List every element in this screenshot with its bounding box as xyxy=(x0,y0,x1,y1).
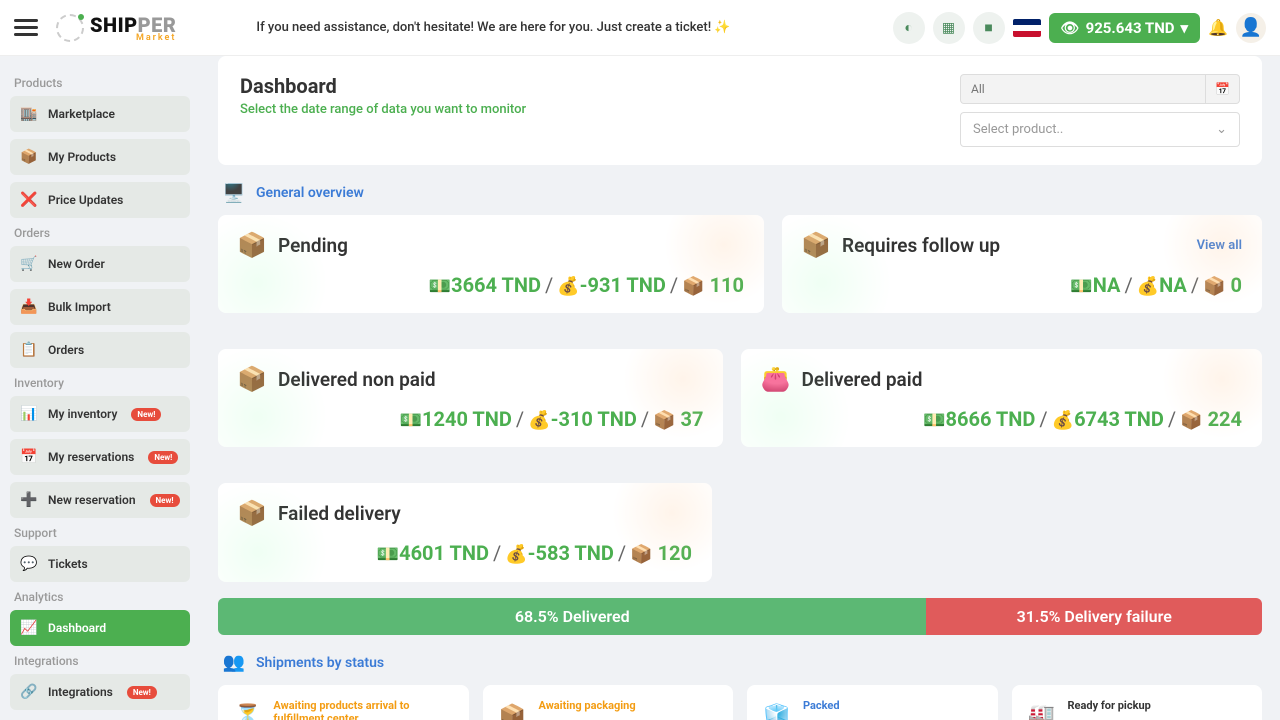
sidebar-item-new-order[interactable]: 🛒 New Order xyxy=(10,246,190,282)
sidebar-item-label: Integrations xyxy=(48,685,113,699)
sidebar-item-my-reservations[interactable]: 📅 My reservations New! xyxy=(10,439,190,475)
sidebar-item-my-inventory[interactable]: 📊 My inventory New! xyxy=(10,396,190,432)
dark-mode-icon[interactable]: ◐ xyxy=(893,12,925,44)
video-icon[interactable]: ■ xyxy=(973,12,1005,44)
balance-text: 925.643 TND xyxy=(1086,19,1175,37)
main-content: Dashboard Select the date range of data … xyxy=(200,56,1280,720)
menu-toggle-icon[interactable] xyxy=(14,16,38,40)
delivered-bar: 68.5% Delivered xyxy=(218,598,926,635)
shipments-icon: 👥 xyxy=(222,651,246,675)
overview-title: General overview xyxy=(256,185,364,201)
overview-card-delivered-paid[interactable]: 👛Delivered paid💵8666 TND/💰6743 TND/📦 224 xyxy=(741,349,1262,447)
sidebar-group-title: Orders xyxy=(14,226,186,240)
eye-icon: 👁 xyxy=(1061,19,1080,37)
sidebar-icon: 📋 xyxy=(20,341,38,359)
delivery-ratio-bar: 68.5% Delivered 31.5% Delivery failure xyxy=(218,598,1262,635)
page-title: Dashboard xyxy=(240,74,526,98)
sidebar-item-label: Orders xyxy=(48,343,84,357)
shipment-status-card[interactable]: 🧊Packed6Shipments xyxy=(747,685,998,720)
sidebar-group-title: Products xyxy=(14,76,186,90)
overview-icon: 🖥️ xyxy=(222,181,246,205)
dashboard-header: Dashboard Select the date range of data … xyxy=(218,56,1262,165)
sidebar-item-tickets[interactable]: 💬 Tickets xyxy=(10,546,190,582)
sidebar-item-integrations[interactable]: 🔗 Integrations New! xyxy=(10,674,190,710)
sidebar-item-label: My reservations xyxy=(48,450,134,464)
sidebar-group-title: Inventory xyxy=(14,376,186,390)
overview-card-requires-follow-up[interactable]: 📦Requires follow upView all💵NA/💰NA/📦 0 xyxy=(782,215,1262,313)
sidebar-item-label: Tickets xyxy=(48,557,88,571)
shipment-status-card[interactable]: ⏳ Awaiting products arrival to fulfillmen… xyxy=(218,685,469,720)
sidebar-item-label: Marketplace xyxy=(48,107,115,121)
sidebar-item-dashboard[interactable]: 📈 Dashboard xyxy=(10,610,190,646)
sidebar-icon: 📅 xyxy=(20,448,38,466)
sidebar-item-label: New reservation xyxy=(48,493,136,507)
sidebar-group-title: Integrations xyxy=(14,654,186,668)
shipment-status-card[interactable]: 🏭Ready for pickup18Shipments xyxy=(1012,685,1263,720)
shipment-title: Awaiting products arrival to fulfillment… xyxy=(273,699,452,720)
calendar-icon[interactable]: 📅 xyxy=(1206,74,1240,104)
logo[interactable]: SHIPPERMarket xyxy=(56,13,176,43)
sidebar-item-label: My Products xyxy=(48,150,116,164)
sidebar-group-title: Analytics xyxy=(14,590,186,604)
shipment-icon: 📦 xyxy=(499,703,527,720)
shipment-status-card[interactable]: 📦Awaiting packaging2Shipments xyxy=(483,685,734,720)
shipment-title: Ready for pickup xyxy=(1068,699,1151,712)
sidebar-item-label: New Order xyxy=(48,257,105,271)
overview-card-failed-delivery[interactable]: 📦Failed delivery💵4601 TND/💰-583 TND/📦 12… xyxy=(218,483,712,581)
sidebar-icon: 📊 xyxy=(20,405,38,423)
calculator-icon[interactable]: ▦ xyxy=(933,12,965,44)
notifications-icon[interactable]: 🔔 xyxy=(1208,18,1228,37)
sidebar-item-label: My inventory xyxy=(48,407,117,421)
shipments-title: Shipments by status xyxy=(256,655,384,671)
sidebar-item-price-updates[interactable]: ❌ Price Updates xyxy=(10,182,190,218)
sidebar-icon: 📦 xyxy=(20,148,38,166)
sidebar-item-marketplace[interactable]: 🏬 Marketplace xyxy=(10,96,190,132)
failed-bar: 31.5% Delivery failure xyxy=(926,598,1262,635)
sidebar-icon: 🛒 xyxy=(20,255,38,273)
page-subtitle: Select the date range of data you want t… xyxy=(240,102,526,117)
overview-card-pending[interactable]: 📦Pending💵3664 TND/💰-931 TND/📦 110 xyxy=(218,215,764,313)
help-text: If you need assistance, don't hesitate! … xyxy=(256,20,730,35)
sidebar-group-title: Support xyxy=(14,526,186,540)
shipment-icon: ⏳ xyxy=(234,703,261,720)
sidebar-icon: 📥 xyxy=(20,298,38,316)
shipment-title: Packed xyxy=(803,699,868,712)
shipment-icon: 🏭 xyxy=(1028,703,1056,720)
overview-card-delivered-non-paid[interactable]: 📦Delivered non paid💵1240 TND/💰-310 TND/📦… xyxy=(218,349,723,447)
sidebar-icon: ➕ xyxy=(20,491,38,509)
new-badge: New! xyxy=(127,686,157,699)
chevron-down-icon: ▾ xyxy=(1181,19,1189,37)
sidebar-item-orders[interactable]: 📋 Orders xyxy=(10,332,190,368)
sidebar-item-my-products[interactable]: 📦 My Products xyxy=(10,139,190,175)
language-flag-icon[interactable] xyxy=(1013,19,1041,37)
product-select[interactable]: Select product.. ⌄ xyxy=(960,112,1240,147)
new-badge: New! xyxy=(148,451,178,464)
avatar[interactable]: 👤 xyxy=(1236,13,1266,43)
new-badge: New! xyxy=(150,494,180,507)
sidebar-icon: 🔗 xyxy=(20,683,38,701)
sidebar-item-label: Bulk Import xyxy=(48,300,111,314)
sidebar-item-bulk-import[interactable]: 📥 Bulk Import xyxy=(10,289,190,325)
sidebar: Products 🏬 Marketplace 📦 My Products ❌ Price U… xyxy=(0,56,200,720)
shipment-title: Awaiting packaging xyxy=(539,699,636,712)
sidebar-item-label: Dashboard xyxy=(48,621,106,635)
sidebar-icon: 📈 xyxy=(20,619,38,637)
sidebar-item-new-reservation[interactable]: ➕ New reservation New! xyxy=(10,482,190,518)
sidebar-icon: ❌ xyxy=(20,191,38,209)
chevron-down-icon: ⌄ xyxy=(1216,122,1227,137)
sidebar-icon: 💬 xyxy=(20,555,38,573)
shipment-icon: 🧊 xyxy=(763,703,791,720)
new-badge: New! xyxy=(131,408,161,421)
date-range-input[interactable] xyxy=(960,74,1206,104)
sidebar-icon: 🏬 xyxy=(20,105,38,123)
header: SHIPPERMarket If you need assistance, do… xyxy=(0,0,1280,56)
sidebar-item-label: Price Updates xyxy=(48,193,123,207)
balance-button[interactable]: 👁 925.643 TND ▾ xyxy=(1049,13,1201,43)
